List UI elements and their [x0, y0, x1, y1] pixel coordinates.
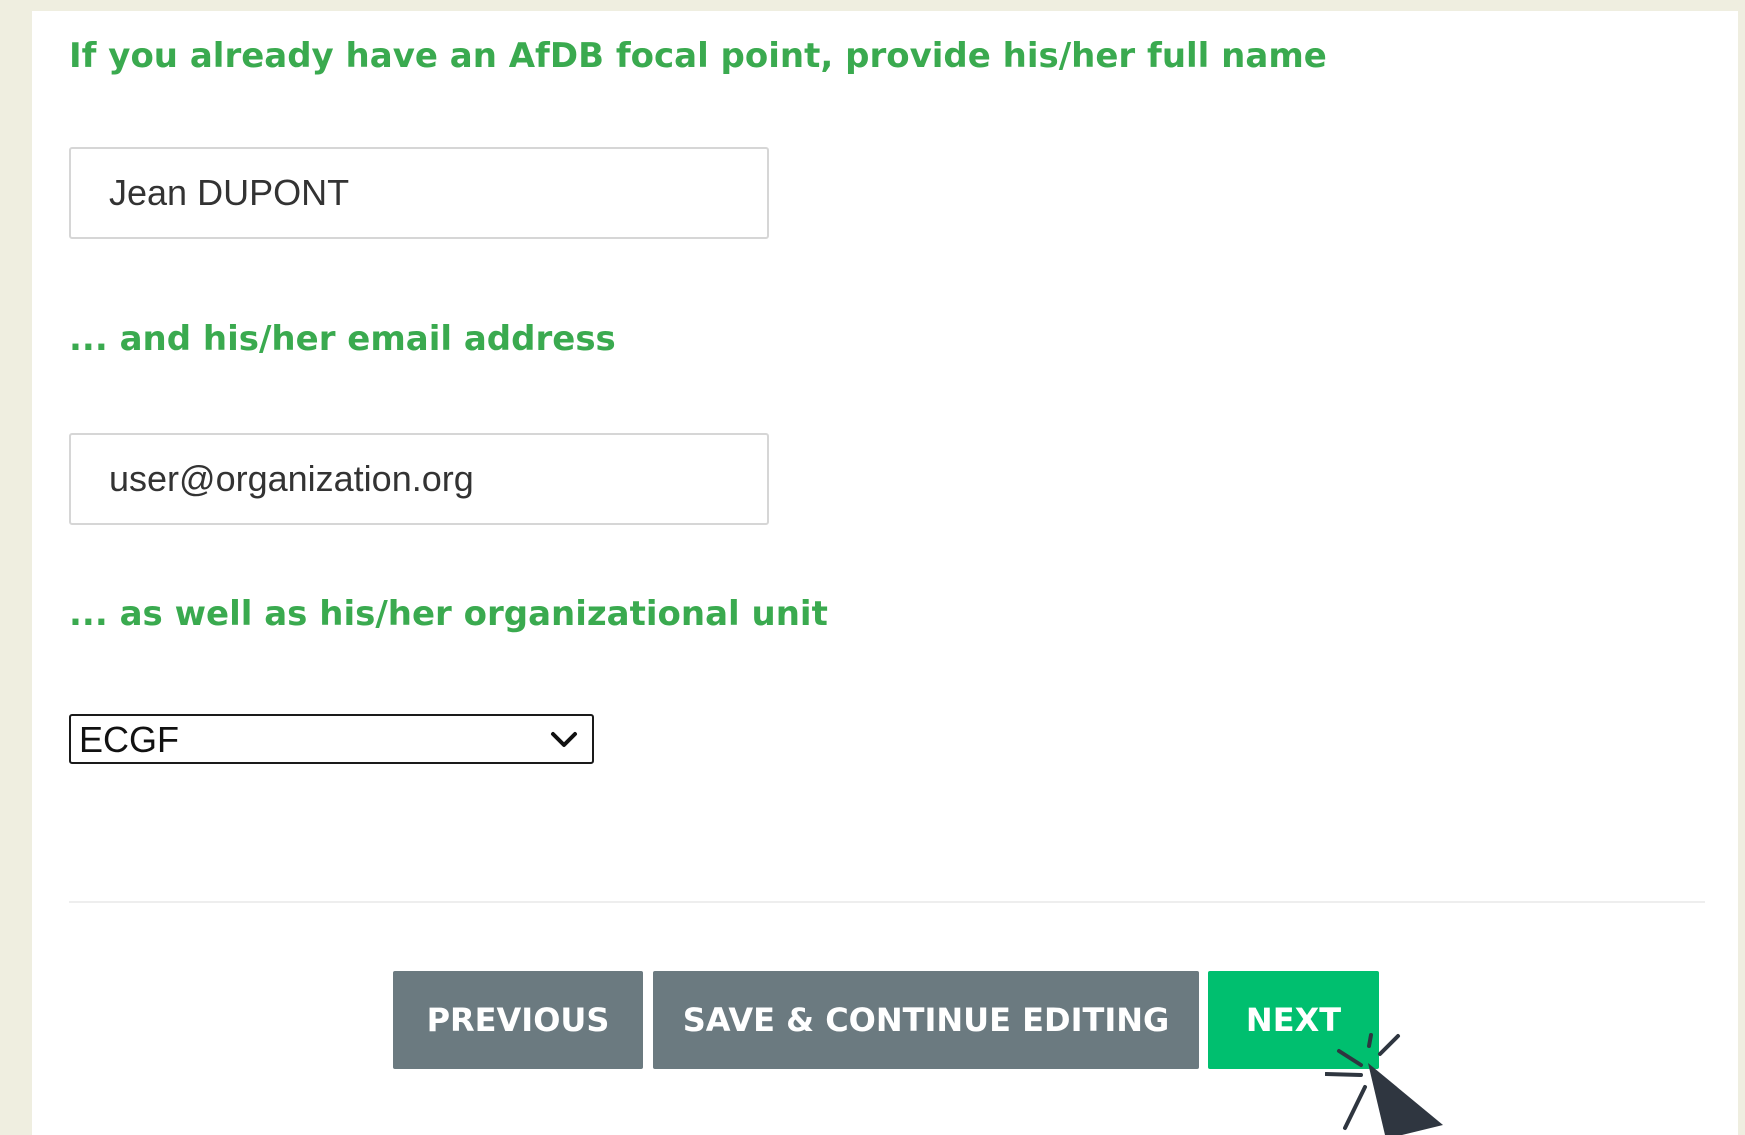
organizational-unit-question: ... as well as his/her organizational un… — [69, 594, 828, 634]
cursor-click-icon — [1325, 1033, 1443, 1135]
survey-card: If you already have an AfDB focal point,… — [32, 11, 1738, 1135]
focal-point-name-question: If you already have an AfDB focal point,… — [69, 36, 1327, 76]
focal-point-email-input[interactable] — [69, 433, 769, 525]
save-continue-editing-button[interactable]: SAVE & CONTINUE EDITING — [653, 971, 1199, 1069]
focal-point-email-question: ... and his/her email address — [69, 319, 616, 359]
organizational-unit-select[interactable]: ECGF — [69, 714, 594, 764]
chevron-down-icon — [551, 732, 577, 747]
section-divider — [69, 901, 1705, 903]
organizational-unit-selected-value: ECGF — [79, 719, 180, 760]
previous-button[interactable]: PREVIOUS — [393, 971, 643, 1069]
focal-point-name-input[interactable] — [69, 147, 769, 239]
